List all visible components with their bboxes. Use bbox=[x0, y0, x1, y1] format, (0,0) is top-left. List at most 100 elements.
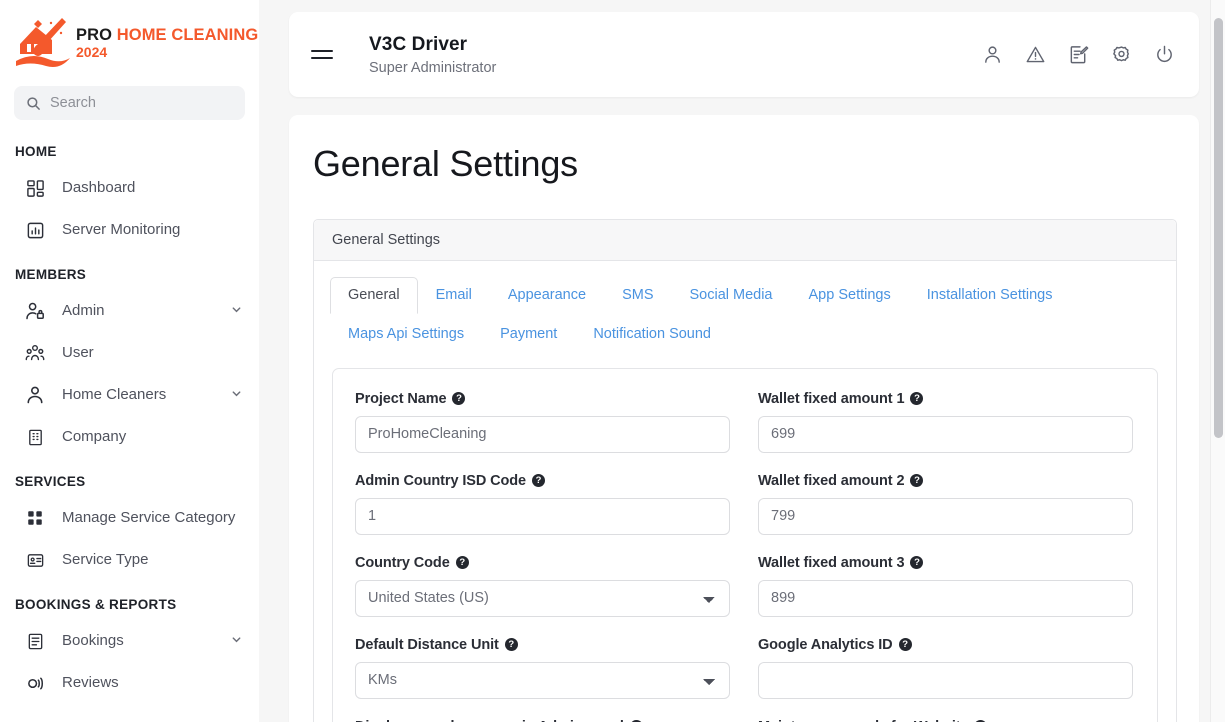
sidebar-item-manage-service-category[interactable]: Manage Service Category bbox=[0, 497, 259, 539]
sidebar: PRO HOME CLEANING 2024 Search HOME Dashb… bbox=[0, 0, 259, 722]
country-code-select[interactable]: United States (US) bbox=[355, 579, 730, 617]
tab-installation-settings[interactable]: Installation Settings bbox=[909, 277, 1071, 314]
label-admin-country-isd-code: Admin Country ISD Code ? bbox=[355, 473, 730, 489]
settings-tabs: General Email Appearance SMS Social Medi… bbox=[330, 277, 1160, 354]
app-root: PRO HOME CLEANING 2024 Search HOME Dashb… bbox=[0, 0, 1225, 722]
sidebar-item-dashboard[interactable]: Dashboard bbox=[0, 167, 259, 209]
label-text: Default Distance Unit bbox=[355, 636, 499, 653]
help-icon[interactable]: ? bbox=[898, 638, 912, 652]
sidebar-nav: HOME Dashboard Server Monitoring MEMBERS… bbox=[0, 120, 259, 704]
label-text: Wallet fixed amount 1 bbox=[758, 390, 905, 407]
grid-dashboard-icon bbox=[24, 177, 46, 199]
label-wallet-fixed-amount-2: Wallet fixed amount 2 ? bbox=[758, 473, 1133, 489]
help-icon[interactable]: ? bbox=[910, 474, 924, 488]
edit-document-icon[interactable] bbox=[1068, 44, 1089, 65]
house-broom-logo-icon bbox=[16, 18, 70, 67]
field-wallet-fixed-amount-1: Wallet fixed amount 1 ? bbox=[758, 391, 1133, 453]
field-wallet-fixed-amount-2: Wallet fixed amount 2 ? bbox=[758, 473, 1133, 535]
bar-chart-monitor-icon bbox=[24, 219, 46, 241]
tab-appearance[interactable]: Appearance bbox=[490, 277, 604, 314]
label-wallet-fixed-amount-1: Wallet fixed amount 1 ? bbox=[758, 391, 1133, 407]
page-title: General Settings bbox=[313, 143, 578, 184]
help-icon[interactable]: ? bbox=[452, 392, 466, 406]
main-content: V3C Driver Super Administrator General S… bbox=[259, 0, 1225, 722]
field-country-code: Country Code ? United States (US) bbox=[355, 555, 730, 617]
sidebar-section-home: HOME bbox=[15, 144, 57, 159]
page-card: General Settings General Settings Genera… bbox=[289, 115, 1199, 722]
label-text: Google Analytics ID bbox=[758, 636, 893, 653]
search-icon bbox=[27, 96, 40, 110]
sidebar-item-user[interactable]: User bbox=[0, 332, 259, 374]
sidebar-item-label: Home Cleaners bbox=[62, 385, 167, 403]
google-analytics-id-input[interactable] bbox=[758, 661, 1133, 699]
label-project-name: Project Name ? bbox=[355, 391, 730, 407]
vertical-scrollbar[interactable] bbox=[1210, 0, 1225, 722]
sidebar-item-label: Manage Service Category bbox=[62, 508, 236, 526]
tab-email[interactable]: Email bbox=[418, 277, 490, 314]
label-country-code: Country Code ? bbox=[355, 555, 730, 571]
help-icon[interactable]: ? bbox=[910, 392, 924, 406]
user-lock-icon bbox=[24, 300, 46, 322]
sidebar-item-company[interactable]: Company bbox=[0, 416, 259, 458]
topbar-actions bbox=[982, 44, 1175, 65]
brand-logo[interactable]: PRO HOME CLEANING 2024 bbox=[0, 0, 259, 78]
default-distance-unit-select[interactable]: KMs bbox=[355, 661, 730, 699]
field-google-analytics-id: Google Analytics ID ? bbox=[758, 637, 1133, 699]
tab-maps-api-settings[interactable]: Maps Api Settings bbox=[330, 316, 482, 353]
sidebar-item-label: Server Monitoring bbox=[62, 220, 181, 238]
sidebar-item-label: Service Type bbox=[62, 550, 149, 568]
label-text: Wallet fixed amount 3 bbox=[758, 554, 905, 571]
sidebar-item-label: Reviews bbox=[62, 673, 119, 691]
tab-sms[interactable]: SMS bbox=[604, 277, 671, 314]
wallet-fixed-amount-2-input[interactable] bbox=[758, 497, 1133, 535]
users-group-icon bbox=[24, 342, 46, 364]
settings-panel: General Settings General Email Appearanc… bbox=[313, 219, 1177, 722]
megaphone-icon bbox=[24, 672, 46, 694]
help-icon[interactable]: ? bbox=[910, 556, 924, 570]
project-name-input[interactable] bbox=[355, 415, 730, 453]
brand-name-home-cleaning: HOME CLEANING bbox=[116, 26, 259, 45]
field-admin-country-isd-code: Admin Country ISD Code ? bbox=[355, 473, 730, 535]
label-wallet-fixed-amount-3: Wallet fixed amount 3 ? bbox=[758, 555, 1133, 571]
sidebar-item-reviews[interactable]: Reviews bbox=[0, 662, 259, 704]
topbar-identity: V3C Driver Super Administrator bbox=[369, 34, 496, 76]
field-default-distance-unit: Default Distance Unit ? KMs bbox=[355, 637, 730, 699]
tab-app-settings[interactable]: App Settings bbox=[791, 277, 909, 314]
building-icon bbox=[24, 426, 46, 448]
help-icon[interactable]: ? bbox=[532, 474, 545, 488]
form-column-left: Project Name ? Admin Country ISD Code ? bbox=[355, 391, 730, 722]
label-text: Wallet fixed amount 2 bbox=[758, 472, 905, 489]
brand-name-pro: PRO bbox=[76, 26, 113, 45]
tab-general[interactable]: General bbox=[330, 277, 418, 315]
tab-payment[interactable]: Payment bbox=[482, 316, 575, 353]
help-icon[interactable]: ? bbox=[504, 638, 518, 652]
wallet-fixed-amount-3-input[interactable] bbox=[758, 579, 1133, 617]
tab-social-media[interactable]: Social Media bbox=[671, 277, 790, 314]
admin-country-isd-code-input[interactable] bbox=[355, 497, 730, 535]
sidebar-item-label: Bookings bbox=[62, 631, 124, 649]
sidebar-item-bookings[interactable]: Bookings bbox=[0, 620, 259, 662]
tab-notification-sound[interactable]: Notification Sound bbox=[575, 316, 729, 353]
sidebar-item-home-cleaners[interactable]: Home Cleaners bbox=[0, 374, 259, 416]
sidebar-item-server-monitoring[interactable]: Server Monitoring bbox=[0, 209, 259, 251]
warning-triangle-icon[interactable] bbox=[1025, 44, 1046, 65]
help-icon[interactable]: ? bbox=[455, 556, 469, 570]
search-placeholder: Search bbox=[50, 95, 96, 111]
search-input[interactable]: Search bbox=[14, 86, 245, 120]
topbar-subtitle: Super Administrator bbox=[369, 59, 497, 76]
profile-icon[interactable] bbox=[982, 44, 1003, 65]
field-project-name: Project Name ? bbox=[355, 391, 730, 453]
sidebar-item-admin[interactable]: Admin bbox=[0, 290, 259, 332]
sidebar-item-label: Dashboard bbox=[62, 178, 136, 196]
brand-year: 2024 bbox=[76, 43, 108, 60]
label-default-distance-unit: Default Distance Unit ? bbox=[355, 637, 730, 653]
topbar: V3C Driver Super Administrator bbox=[289, 12, 1199, 97]
wallet-fixed-amount-1-input[interactable] bbox=[758, 415, 1133, 453]
hamburger-menu-icon[interactable] bbox=[311, 40, 341, 70]
sidebar-item-service-type[interactable]: Service Type bbox=[0, 539, 259, 581]
gear-settings-icon[interactable] bbox=[1111, 44, 1132, 65]
power-logout-icon[interactable] bbox=[1154, 44, 1175, 65]
scrollbar-thumb[interactable] bbox=[1214, 18, 1223, 438]
sidebar-item-label: User bbox=[62, 343, 94, 361]
field-wallet-fixed-amount-3: Wallet fixed amount 3 ? bbox=[758, 555, 1133, 617]
